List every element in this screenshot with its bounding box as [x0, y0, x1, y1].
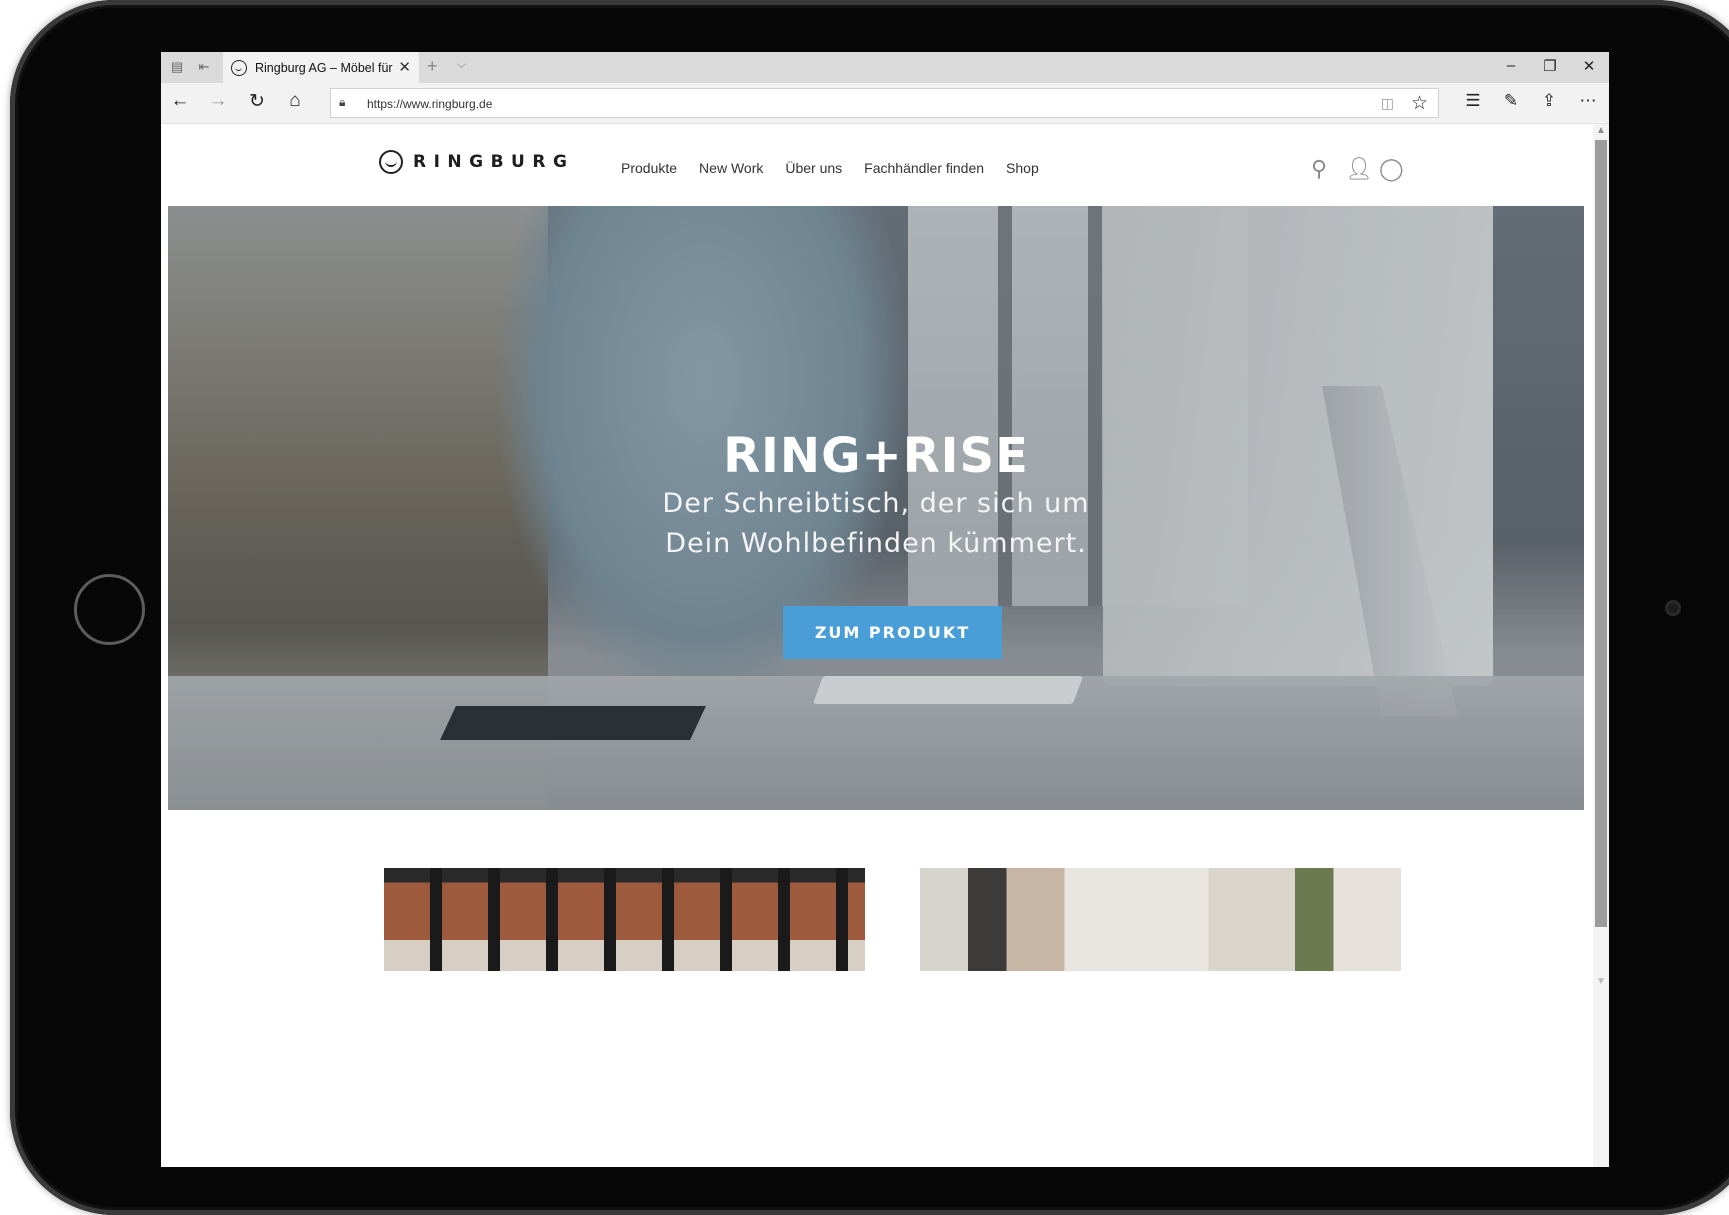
teaser-image-office[interactable]: [384, 868, 865, 971]
hero-title: RING+RISE: [723, 428, 1029, 484]
user-icon[interactable]: 👤︎: [1345, 156, 1373, 182]
address-bar: ← → ↻ ⌂ 🔒︎ https://www.ringburg.de ◫ ☆ ☰…: [161, 83, 1609, 124]
restore-icon[interactable]: ❐: [1535, 57, 1565, 75]
camera-icon: [1665, 600, 1681, 616]
nav-item-ueber-uns[interactable]: Über uns: [785, 160, 842, 176]
share-icon[interactable]: ⇪: [1535, 91, 1563, 111]
url-text: https://www.ringburg.de: [367, 97, 493, 111]
search-icon[interactable]: ⚲: [1311, 156, 1327, 182]
chevron-down-icon[interactable]: ⌵: [457, 57, 466, 72]
reading-view-icon[interactable]: ◫: [1381, 95, 1394, 112]
teaser-image-team[interactable]: [920, 868, 1401, 971]
ellipsis-icon[interactable]: ⋯: [1574, 91, 1602, 111]
favicon-icon: [231, 59, 247, 76]
url-input[interactable]: 🔒︎ https://www.ringburg.de ◫ ☆: [330, 88, 1439, 118]
web-page: RINGBURG Produkte New Work Über uns Fach…: [161, 124, 1593, 1167]
set-aside-icon[interactable]: ⇤: [194, 58, 214, 76]
home-button[interactable]: [74, 574, 145, 645]
scroll-up-icon[interactable]: ▲: [1596, 125, 1606, 136]
arrow-right-icon[interactable]: →: [205, 90, 231, 112]
arrow-left-icon[interactable]: ←: [167, 90, 193, 112]
close-window-icon[interactable]: ✕: [1574, 57, 1604, 75]
nav-item-fachhaendler[interactable]: Fachhändler finden: [864, 160, 984, 176]
hero-subtitle: Der Schreibtisch, der sich um Dein Wohlb…: [662, 488, 1090, 559]
chat-icon[interactable]: ◯: [1379, 156, 1404, 182]
home-icon[interactable]: ⌂: [282, 90, 308, 112]
logo-text: RINGBURG: [413, 152, 575, 172]
minimize-icon[interactable]: –: [1496, 57, 1526, 74]
refresh-icon[interactable]: ↻: [244, 90, 270, 113]
close-tab-icon[interactable]: ✕: [398, 58, 411, 76]
pen-icon[interactable]: ✎: [1497, 91, 1525, 111]
browser-tab[interactable]: Ringburg AG – Möbel für ✕: [223, 52, 419, 83]
nav-item-new-work[interactable]: New Work: [699, 160, 763, 176]
scroll-down-icon[interactable]: ▼: [1596, 976, 1606, 987]
lock-icon: 🔒︎: [339, 95, 346, 109]
favorites-list-icon[interactable]: ☰: [1459, 91, 1487, 111]
nav-item-shop[interactable]: Shop: [1006, 160, 1039, 176]
tab-preview-icon[interactable]: ▤: [167, 58, 187, 76]
tab-bar: ▤ ⇤ Ringburg AG – Möbel für ✕ + ⌵ – ❐ ✕: [161, 52, 1609, 83]
scrollbar-thumb[interactable]: [1595, 140, 1607, 927]
zum-produkt-button[interactable]: ZUM PRODUKT: [783, 606, 1002, 659]
main-nav: Produkte New Work Über uns Fachhändler f…: [621, 160, 1061, 176]
site-header: RINGBURG Produkte New Work Über uns Fach…: [161, 124, 1593, 204]
browser-window: ▤ ⇤ Ringburg AG – Möbel für ✕ + ⌵ – ❐ ✕ …: [161, 52, 1609, 1167]
hero-banner: RING+RISE Der Schreibtisch, der sich um …: [168, 206, 1584, 810]
scrollbar[interactable]: ▲ ▼: [1593, 124, 1609, 1167]
logo-icon: [379, 150, 403, 174]
new-tab-icon[interactable]: +: [427, 56, 438, 77]
star-icon[interactable]: ☆: [1411, 92, 1428, 115]
site-logo[interactable]: RINGBURG: [379, 150, 574, 174]
tab-title: Ringburg AG – Möbel für: [255, 60, 393, 75]
nav-item-produkte[interactable]: Produkte: [621, 160, 677, 176]
